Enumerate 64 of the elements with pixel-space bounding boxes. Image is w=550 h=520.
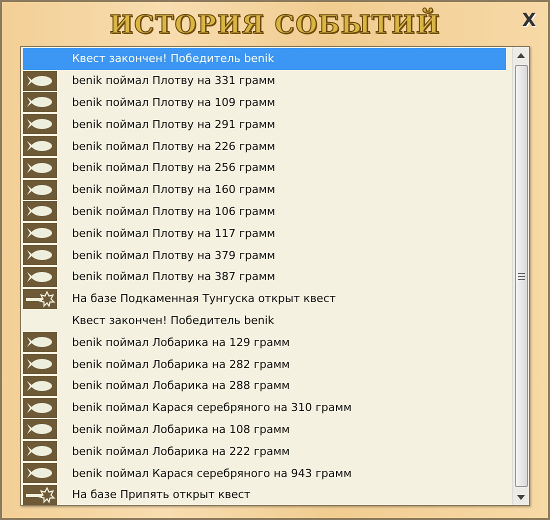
fish-icon [23, 92, 57, 112]
event-text: benik поймал Плотву на 109 грамм [72, 96, 276, 109]
fish-icon [23, 223, 57, 244]
fish-icon [23, 441, 57, 462]
event-row[interactable]: benik поймал Карася серебряного на 943 грамм [23, 462, 506, 484]
fish-icon [23, 158, 57, 178]
event-row[interactable]: benik поймал Плотву на 109 грамм [23, 92, 506, 114]
event-text: benik поймал Лобарика на 108 грамм [72, 422, 290, 436]
event-text: На базе Припять открыт квест [72, 488, 250, 502]
event-text: benik поймал Плотву на 291 грамм [72, 118, 276, 131]
window-title: ИСТОРИЯ СОБЫТИЙ [110, 10, 440, 38]
event-text: Квест закончен! Победитель benik [72, 52, 274, 66]
fish-icon [23, 245, 57, 266]
fish-icon [23, 266, 57, 287]
event-row[interactable]: benik поймал Лобарика на 129 грамм [23, 331, 506, 354]
event-text: benik поймал Плотву на 379 грамм [72, 248, 276, 262]
event-text: benik поймал Лобарика на 222 грамм [72, 444, 290, 458]
quest-icon [23, 288, 57, 309]
event-row[interactable]: На базе Подкаменная Тунгуска открыт квест [23, 288, 506, 310]
scroll-thumb[interactable] [514, 65, 528, 487]
event-row[interactable]: benik поймал Лобарика на 222 грамм [23, 440, 506, 462]
fish-icon [23, 376, 57, 396]
event-row[interactable]: benik поймал Плотву на 106 грамм [23, 200, 506, 222]
event-row[interactable]: benik поймал Лобарика на 282 грамм [23, 353, 506, 375]
grip-icon [518, 272, 524, 280]
event-row[interactable]: benik поймал Плотву на 387 грамм [23, 266, 506, 288]
event-row[interactable]: benik поймал Плотву на 256 грамм [23, 156, 506, 179]
event-row[interactable]: benik поймал Карася серебряного на 310 грамм [23, 396, 506, 419]
fish-icon [23, 201, 57, 222]
event-row[interactable]: benik поймал Плотву на 331 грамм [23, 70, 506, 92]
event-row[interactable]: benik поймал Лобарика на 288 грамм [23, 374, 506, 397]
event-text: benik поймал Карася серебряного на 943 грамм [72, 466, 352, 480]
event-row[interactable]: benik поймал Плотву на 117 грамм [23, 222, 506, 244]
fish-icon [23, 463, 57, 484]
event-text: benik поймал Лобарика на 282 грамм [72, 358, 290, 371]
event-row[interactable]: Квест закончен! Победитель benik [23, 310, 506, 332]
fish-icon [23, 180, 57, 200]
event-row[interactable]: benik поймал Плотву на 379 грамм [23, 244, 506, 266]
event-row[interactable]: На базе Припять открыт квест [23, 484, 506, 505]
fish-icon [23, 70, 57, 91]
fish-icon [23, 398, 57, 418]
scrollbar[interactable] [512, 47, 529, 505]
event-text: benik поймал Плотву на 117 грамм [72, 226, 276, 240]
event-row[interactable]: benik поймал Плотву на 160 грамм [23, 178, 506, 201]
fish-icon [23, 114, 57, 134]
fish-icon [23, 354, 57, 374]
fish-icon [23, 332, 57, 352]
event-row[interactable]: benik поймал Плотву на 291 грамм [23, 113, 506, 136]
event-text: benik поймал Плотву на 331 грамм [72, 74, 276, 88]
event-text: benik поймал Плотву на 387 грамм [72, 270, 276, 284]
event-row[interactable]: benik поймал Лобарика на 108 грамм [23, 418, 506, 440]
event-text: benik поймал Плотву на 256 грамм [72, 161, 276, 174]
event-text: benik поймал Плотву на 160 грамм [72, 183, 276, 196]
event-text: benik поймал Плотву на 226 грамм [72, 140, 276, 153]
event-text: benik поймал Лобарика на 288 грамм [72, 379, 290, 392]
event-row[interactable]: benik поймал Плотву на 226 грамм [23, 135, 506, 157]
fish-icon [23, 419, 57, 440]
event-text: На базе Подкаменная Тунгуска открыт квест [72, 292, 336, 306]
event-text: benik поймал Плотву на 106 грамм [72, 204, 276, 218]
event-text: benik поймал Лобарика на 129 грамм [72, 336, 290, 349]
close-button[interactable]: X [520, 10, 538, 31]
fish-icon [23, 136, 57, 156]
event-text: benik поймал Карася серебряного на 310 грамм [72, 401, 352, 414]
event-text: Квест закончен! Победитель benik [72, 314, 274, 327]
